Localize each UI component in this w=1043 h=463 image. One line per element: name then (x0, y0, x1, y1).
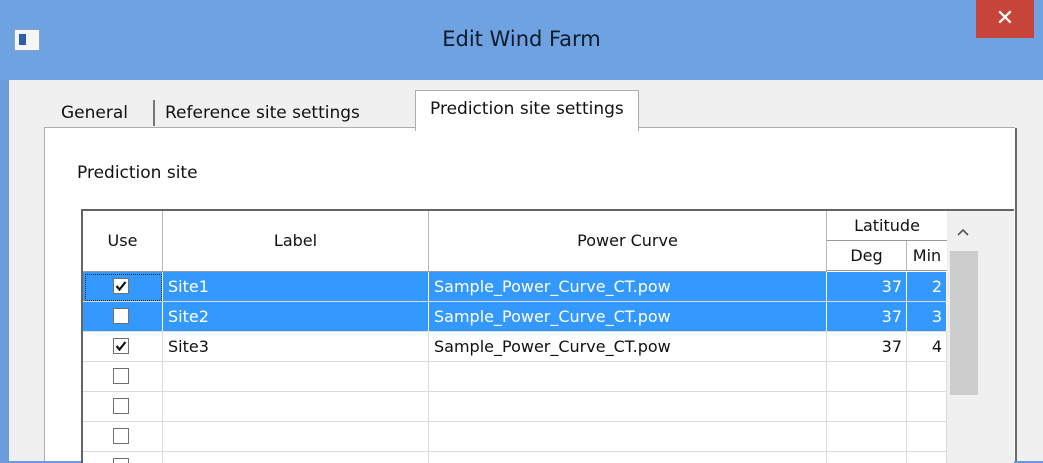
cell-latitude-deg[interactable]: 37 (827, 332, 907, 361)
cell-latitude-min[interactable]: 3 (907, 302, 947, 331)
cell-use (83, 302, 163, 331)
cell-power-curve[interactable]: Sample_Power_Curve_CT.pow (429, 332, 827, 361)
tab-reference-site-settings[interactable]: Reference site settings (165, 103, 360, 123)
vertical-scrollbar[interactable] (947, 211, 1014, 463)
cell-use (83, 332, 163, 361)
window-title: Edit Wind Farm (442, 27, 601, 51)
cell-use (83, 392, 163, 421)
cell-latitude-min[interactable] (907, 452, 947, 463)
use-checkbox[interactable] (113, 338, 129, 354)
close-button[interactable]: ✕ (976, 0, 1034, 38)
cell-use (83, 362, 163, 391)
use-checkbox[interactable] (113, 308, 129, 324)
cell-use (83, 272, 163, 301)
scroll-up-button[interactable] (947, 211, 1014, 251)
use-checkbox[interactable] (113, 398, 129, 414)
column-header-power-curve[interactable]: Power Curve (429, 211, 827, 272)
cell-label[interactable] (163, 452, 429, 463)
cell-label[interactable]: Site3 (163, 332, 429, 361)
cell-latitude-min[interactable] (907, 392, 947, 421)
cell-latitude-deg[interactable] (827, 422, 907, 451)
checkmark-icon (115, 281, 127, 292)
cell-latitude-deg[interactable]: 37 (827, 272, 907, 301)
title-bar: Edit Wind Farm ✕ (0, 0, 1043, 80)
cell-label[interactable] (163, 362, 429, 391)
cell-latitude-min[interactable]: 4 (907, 332, 947, 361)
checkmark-icon (115, 341, 127, 352)
tab-general[interactable]: General (61, 103, 128, 123)
cell-latitude-deg[interactable] (827, 452, 907, 463)
column-header-use[interactable]: Use (83, 211, 163, 272)
table-row[interactable]: Site1 Sample_Power_Curve_CT.pow 37 2 (83, 272, 947, 302)
cell-latitude-deg[interactable] (827, 392, 907, 421)
column-header-deg[interactable]: Deg (827, 241, 907, 271)
cell-power-curve[interactable] (429, 452, 827, 463)
use-checkbox[interactable] (113, 278, 129, 294)
use-checkbox[interactable] (113, 368, 129, 384)
cell-use (83, 452, 163, 463)
column-header-latitude[interactable]: Latitude (827, 211, 948, 241)
section-label: Prediction site (77, 163, 198, 183)
cell-latitude-deg[interactable] (827, 362, 907, 391)
close-icon: ✕ (995, 6, 1015, 31)
cell-power-curve[interactable] (429, 422, 827, 451)
chevron-up-icon (957, 228, 969, 236)
column-header-min[interactable]: Min (907, 241, 948, 271)
cell-label[interactable]: Site1 (163, 272, 429, 301)
cell-label[interactable]: Site2 (163, 302, 429, 331)
table-row[interactable] (83, 422, 947, 452)
table-row[interactable] (83, 362, 947, 392)
cell-label[interactable] (163, 392, 429, 421)
cell-label[interactable] (163, 422, 429, 451)
cell-power-curve[interactable]: Sample_Power_Curve_CT.pow (429, 272, 827, 301)
cell-power-curve[interactable] (429, 392, 827, 421)
cell-latitude-deg[interactable]: 37 (827, 302, 907, 331)
prediction-site-grid: Use Label Power Curve Latitude Deg Min S… (81, 209, 1014, 463)
cell-power-curve[interactable] (429, 362, 827, 391)
table-row[interactable]: Site3 Sample_Power_Curve_CT.pow 37 4 (83, 332, 947, 362)
cell-latitude-min[interactable] (907, 422, 947, 451)
use-checkbox[interactable] (113, 428, 129, 444)
table-row[interactable] (83, 392, 947, 422)
scroll-thumb[interactable] (950, 251, 978, 395)
cell-use (83, 422, 163, 451)
table-row[interactable] (83, 452, 947, 463)
cell-power-curve[interactable]: Sample_Power_Curve_CT.pow (429, 302, 827, 331)
cell-latitude-min[interactable] (907, 362, 947, 391)
tab-separator (153, 100, 155, 126)
table-row[interactable]: Site2 Sample_Power_Curve_CT.pow 37 3 (83, 302, 947, 332)
cell-latitude-min[interactable]: 2 (907, 272, 947, 301)
tab-prediction-site-settings[interactable]: Prediction site settings (415, 90, 639, 131)
column-header-label[interactable]: Label (163, 211, 429, 272)
